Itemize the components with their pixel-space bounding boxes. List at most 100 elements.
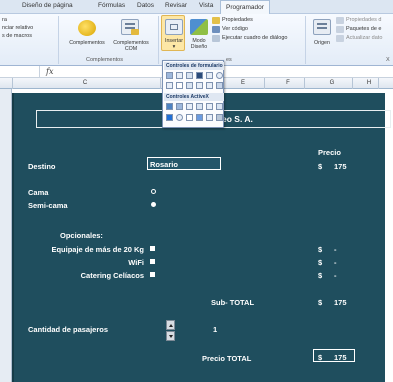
- subtotal-label: Sub- TOTAL: [211, 298, 255, 307]
- col-divider: [378, 78, 379, 89]
- textfield-icon[interactable]: [196, 82, 203, 89]
- insert-controls-dropdown: Controles de formulario Controles Active…: [162, 60, 224, 128]
- command-button-icon[interactable]: [166, 103, 173, 110]
- col-divider: [264, 78, 265, 89]
- run-dialog-button[interactable]: Ejecutar cuadro de diálogo: [222, 35, 287, 42]
- activex-combo-icon[interactable]: [176, 103, 183, 110]
- checkbox-icon[interactable]: [176, 72, 183, 79]
- addins-button[interactable]: Complementos: [63, 40, 111, 46]
- expansion-packs-button[interactable]: Paquetes de e: [346, 26, 381, 33]
- name-box[interactable]: [0, 66, 40, 77]
- catering-currency: $: [318, 271, 323, 280]
- ribbon-separator: [158, 16, 159, 64]
- destino-currency: $: [318, 162, 323, 171]
- row-headers: [0, 89, 12, 382]
- xml-source-icon: [313, 19, 331, 35]
- chevron-down-icon: ▾: [172, 44, 176, 50]
- pasajeros-spinner[interactable]: [166, 320, 175, 341]
- properties-button[interactable]: Propiedades: [222, 17, 253, 24]
- activex-textbox-icon[interactable]: [206, 103, 213, 110]
- activex-option-icon[interactable]: [176, 114, 183, 121]
- combo-dropdown-icon[interactable]: [216, 82, 223, 89]
- tab-formulas[interactable]: Fórmulas: [98, 2, 125, 9]
- fx-icon[interactable]: fx: [46, 67, 53, 76]
- ribbon-separator: [58, 16, 59, 64]
- button-icon[interactable]: [166, 82, 173, 89]
- activex-image-icon[interactable]: [196, 114, 203, 121]
- code-item-1[interactable]: ra: [2, 17, 7, 24]
- addins-icon: [78, 20, 96, 36]
- design-mode-label-2: Diseño: [190, 44, 208, 50]
- equipaje-checkbox[interactable]: [150, 246, 155, 251]
- label-icon[interactable]: [176, 82, 183, 89]
- total-value: 175: [334, 353, 347, 362]
- activex-spin-icon[interactable]: [206, 114, 213, 121]
- combo-box-icon[interactable]: [166, 72, 173, 79]
- pasajeros-value: 1: [213, 325, 218, 334]
- wifi-currency: $: [318, 258, 323, 267]
- map-properties-button[interactable]: Propiedades d: [346, 17, 381, 24]
- cama-radio[interactable]: [151, 189, 156, 194]
- spin-up-button[interactable]: [166, 320, 175, 330]
- insert-control-button[interactable]: Insertar ▾: [161, 15, 185, 51]
- subtotal-currency: $: [318, 298, 323, 307]
- ribbon-tabs: Diseño de página Fórmulas Datos Revisar …: [0, 0, 393, 14]
- column-header-e[interactable]: E: [238, 80, 248, 86]
- column-header-f[interactable]: F: [283, 80, 293, 86]
- cama-label: Cama: [28, 188, 49, 197]
- controls-group-label: es: [226, 57, 232, 63]
- form-panel: Pasajes Aéreo S. A. Precio Destino Rosar…: [12, 93, 391, 382]
- column-header-g[interactable]: G: [327, 80, 337, 86]
- macro-security-button[interactable]: s de macros: [2, 33, 32, 40]
- activex-scrollbar-icon[interactable]: [216, 103, 223, 110]
- col-divider: [160, 78, 161, 89]
- refresh-data-icon: [336, 35, 344, 42]
- option-button-icon[interactable]: [206, 72, 213, 79]
- com-addins-icon: [121, 19, 139, 35]
- destino-price: 175: [334, 162, 347, 171]
- col-divider: [304, 78, 305, 89]
- spin-down-button[interactable]: [166, 331, 175, 341]
- pasajeros-label: Cantidad de pasajeros: [28, 325, 109, 334]
- destino-value: Rosario: [150, 160, 178, 169]
- semicama-radio[interactable]: [151, 202, 156, 207]
- refresh-data-button[interactable]: Actualizar dato: [346, 35, 382, 42]
- spin-button-icon[interactable]: [186, 72, 193, 79]
- activex-listbox-icon[interactable]: [196, 103, 203, 110]
- activex-label-icon[interactable]: [186, 114, 193, 121]
- column-header-h[interactable]: H: [364, 80, 374, 86]
- view-code-button[interactable]: Ver código: [222, 26, 248, 33]
- catering-checkbox[interactable]: [150, 272, 155, 277]
- more-controls-icon[interactable]: [216, 114, 223, 121]
- opcionales-label: Opcionales:: [60, 231, 103, 240]
- semicama-label: Semi-cama: [28, 201, 68, 210]
- complements-group-label: Complementos: [86, 57, 123, 63]
- subtotal-value: 175: [334, 298, 347, 307]
- wifi-label: WiFi: [128, 258, 144, 267]
- toggle-button-icon[interactable]: [166, 114, 173, 121]
- col-divider: [12, 78, 13, 89]
- xml-source-button[interactable]: Origen: [309, 40, 335, 46]
- worksheet[interactable]: Pasajes Aéreo S. A. Precio Destino Rosar…: [0, 89, 393, 382]
- tab-diseno-pagina[interactable]: Diseño de página: [22, 2, 73, 9]
- design-mode-icon: [190, 19, 208, 35]
- column-header-c[interactable]: C: [80, 80, 90, 86]
- catering-value: -: [334, 271, 337, 280]
- toolbox-icon: [165, 19, 183, 35]
- destino-field[interactable]: Rosario: [147, 157, 221, 170]
- equipaje-value: -: [334, 245, 337, 254]
- scrollbar-icon[interactable]: [216, 72, 223, 79]
- tab-revisar[interactable]: Revisar: [165, 2, 187, 9]
- wifi-checkbox[interactable]: [150, 259, 155, 264]
- list-box-icon[interactable]: [196, 72, 203, 79]
- combo-list-icon[interactable]: [206, 82, 213, 89]
- tab-datos[interactable]: Datos: [137, 2, 154, 9]
- total-label: Precio TOTAL: [202, 354, 252, 363]
- tab-programador[interactable]: Programador: [220, 0, 270, 14]
- record-relative-button[interactable]: nciar relativo: [2, 25, 33, 32]
- properties-icon: [212, 17, 220, 24]
- wifi-value: -: [334, 258, 337, 267]
- tab-vista[interactable]: Vista: [199, 2, 213, 9]
- activex-checkbox-icon[interactable]: [186, 103, 193, 110]
- group-box-icon[interactable]: [186, 82, 193, 89]
